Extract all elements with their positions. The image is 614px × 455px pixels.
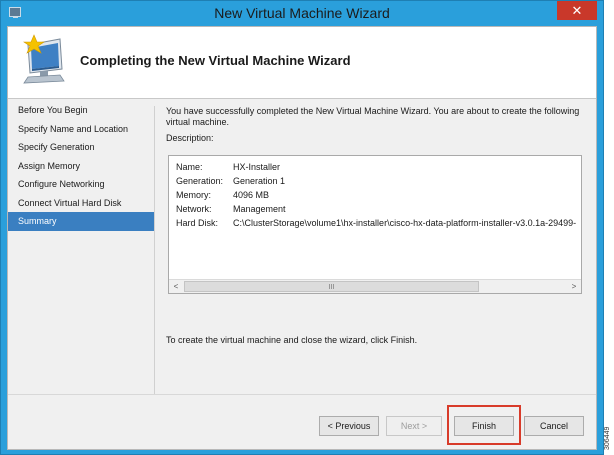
next-button[interactable]: Next >	[386, 416, 442, 436]
page-title: Completing the New Virtual Machine Wizar…	[80, 53, 351, 68]
window-title: New Virtual Machine Wizard	[214, 5, 390, 21]
summary-panel: You have successfully completed the New …	[154, 100, 594, 394]
desc-row-name: Name: HX-Installer	[176, 162, 280, 172]
scroll-thumb[interactable]: III	[184, 281, 479, 292]
description-box[interactable]: Name: HX-Installer Generation: Generation …	[168, 155, 582, 294]
desc-key: Memory:	[176, 190, 212, 200]
wizard-header: Completing the New Virtual Machine Wizar…	[8, 27, 596, 99]
wizard-steps-nav: Before You Begin Specify Name and Locati…	[8, 100, 154, 394]
nav-item-connect-virtual-hard-disk[interactable]: Connect Virtual Hard Disk	[8, 194, 154, 213]
panel-divider	[154, 106, 155, 394]
desc-value: Management	[233, 204, 286, 214]
title-bar[interactable]: New Virtual Machine Wizard ✕	[1, 1, 603, 25]
desc-value: C:\ClusterStorage\volume1\hx-installer\c…	[233, 218, 577, 228]
desc-value: Generation 1	[233, 176, 286, 186]
previous-button[interactable]: < Previous	[319, 416, 379, 436]
desc-row-memory: Memory: 4096 MB	[176, 190, 269, 200]
horizontal-scrollbar[interactable]: < III >	[169, 279, 581, 293]
desc-row-hard-disk: Hard Disk: C:\ClusterStorage\volume1\hx-i…	[176, 218, 576, 228]
desc-value: 4096 MB	[233, 190, 270, 200]
wizard-monitor-icon	[23, 34, 65, 84]
nav-item-specify-generation[interactable]: Specify Generation	[8, 138, 154, 157]
nav-item-before-you-begin[interactable]: Before You Begin	[8, 101, 154, 120]
wizard-window: New Virtual Machine Wizard ✕ Completing …	[0, 0, 604, 455]
finish-instruction: To create the virtual machine and close …	[166, 335, 418, 345]
desc-key: Generation:	[176, 176, 224, 186]
intro-text: You have successfully completed the New …	[166, 106, 580, 127]
finish-button[interactable]: Finish	[454, 416, 514, 436]
description-label: Description:	[166, 133, 214, 143]
scroll-right-arrow-icon[interactable]: >	[568, 281, 580, 292]
wizard-client-area: Completing the New Virtual Machine Wizar…	[7, 26, 597, 450]
close-button[interactable]: ✕	[557, 1, 597, 20]
desc-key: Network:	[176, 204, 212, 214]
nav-item-summary[interactable]: Summary	[8, 212, 154, 231]
desc-row-generation: Generation: Generation 1	[176, 176, 285, 186]
nav-item-configure-networking[interactable]: Configure Networking	[8, 175, 154, 194]
desc-value: HX-Installer	[233, 162, 281, 172]
figure-code: 306449	[604, 426, 611, 450]
desc-row-network: Network: Management	[176, 204, 286, 214]
nav-item-specify-name-location[interactable]: Specify Name and Location	[8, 120, 154, 139]
scroll-grip-icon: III	[328, 284, 335, 291]
desc-key: Name:	[176, 162, 203, 172]
desc-key: Hard Disk:	[176, 218, 219, 228]
cancel-button[interactable]: Cancel	[524, 416, 584, 436]
footer-divider	[8, 394, 596, 395]
scroll-left-arrow-icon[interactable]: <	[170, 281, 182, 292]
nav-item-assign-memory[interactable]: Assign Memory	[8, 157, 154, 176]
